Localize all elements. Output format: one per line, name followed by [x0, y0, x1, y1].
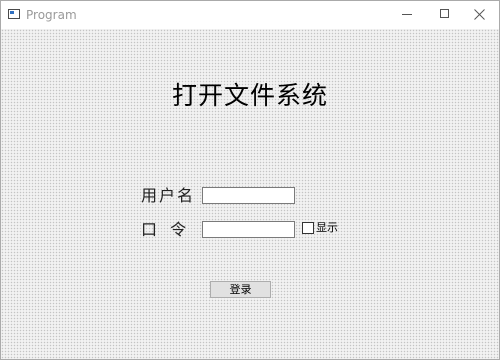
show-password-label[interactable]: 显示 [316, 221, 338, 235]
login-button[interactable]: 登录 [210, 281, 271, 298]
window-title: Program [26, 8, 77, 22]
title-bar[interactable]: Program [1, 1, 499, 29]
app-window-icon [8, 9, 20, 19]
password-field[interactable] [202, 221, 295, 238]
password-label: 口 令 [141, 220, 187, 239]
close-icon[interactable] [459, 1, 499, 29]
username-label: 用户名 [141, 186, 196, 205]
username-field[interactable] [202, 187, 295, 204]
app-window: Program 打开文件系统 用户名 口 令 显示 登录 [0, 0, 500, 360]
show-password-checkbox[interactable] [302, 222, 314, 234]
page-title: 打开文件系统 [171, 81, 328, 110]
form-panel: 打开文件系统 用户名 口 令 显示 登录 [1, 29, 499, 359]
